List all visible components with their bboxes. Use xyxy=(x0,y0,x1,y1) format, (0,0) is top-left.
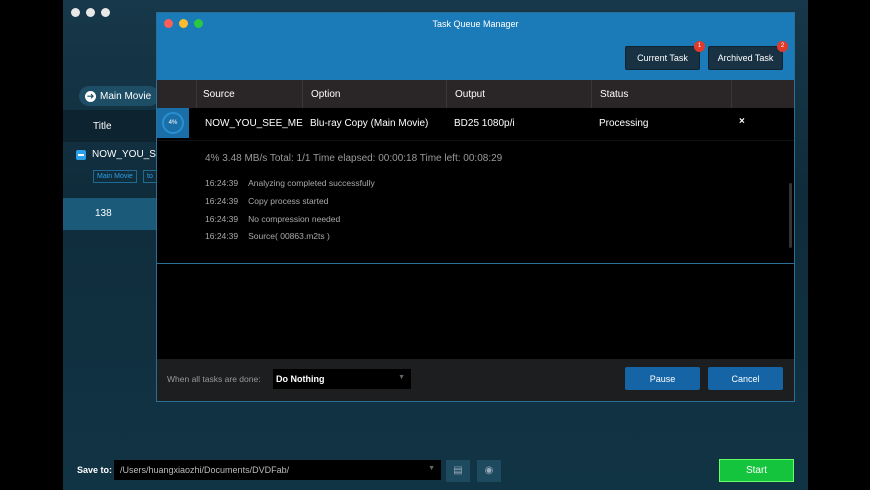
title-header: Title xyxy=(63,110,163,142)
log-entry: 16:24:39 Source( 00863.m2ts ) xyxy=(205,231,375,249)
when-done-select[interactable]: Do Nothing ▼ xyxy=(273,369,411,389)
minimize-button[interactable] xyxy=(86,8,95,17)
log-entry: 16:24:39 Analyzing completed successfully xyxy=(205,178,375,196)
log-message: Analyzing completed successfully xyxy=(248,178,375,188)
divider xyxy=(157,263,794,264)
log-time: 16:24:39 xyxy=(205,231,239,242)
table-row[interactable]: 4% NOW_YOU_SEE_ME Blu-ray Copy (Main Mov… xyxy=(157,108,794,141)
progress-percent: 4% xyxy=(162,112,184,134)
log-time: 16:24:39 xyxy=(205,213,239,224)
chevron-down-icon: ▼ xyxy=(428,465,435,472)
task-option: Blu-ray Copy (Main Movie) xyxy=(310,118,429,129)
tag-main-movie[interactable]: Main Movie xyxy=(93,170,137,183)
when-done-label: When all tasks are done: xyxy=(167,374,261,384)
close-button[interactable] xyxy=(71,8,80,17)
window-controls xyxy=(71,8,110,17)
log-message: No compression needed xyxy=(248,213,341,224)
task-stats: 4% 3.48 MB/s Total: 1/1 Time elapsed: 00… xyxy=(205,153,503,164)
tag-to[interactable]: to xyxy=(143,170,157,183)
log-scrollbar[interactable] xyxy=(789,183,792,248)
archived-task-badge: 2 xyxy=(777,41,788,52)
table-header: Source Option Output Status xyxy=(157,80,794,108)
column-output: Output xyxy=(447,80,592,108)
header-spacer xyxy=(732,80,794,108)
log-list: 16:24:39 Analyzing completed successfully… xyxy=(205,178,375,249)
save-path: /Users/huangxiaozhi/Documents/DVDFab/ xyxy=(120,465,290,475)
title-item[interactable]: NOW_YOU_SE xyxy=(76,149,163,160)
dialog-footer: When all tasks are done: Do Nothing ▼ Pau… xyxy=(157,359,794,401)
save-to-label: Save to: xyxy=(77,465,113,475)
log-time: 16:24:39 xyxy=(205,178,239,188)
header-spacer xyxy=(157,80,197,108)
log-entry: 16:24:39 No compression needed xyxy=(205,214,375,232)
current-task-label: Current Task xyxy=(637,53,688,63)
log-time: 16:24:39 xyxy=(205,195,239,206)
remove-task-icon[interactable]: × xyxy=(739,116,745,127)
when-done-value: Do Nothing xyxy=(276,374,325,384)
pause-button[interactable]: Pause xyxy=(625,367,700,390)
zoom-button[interactable] xyxy=(101,8,110,17)
save-bar: Save to: /Users/huangxiaozhi/Documents/D… xyxy=(63,452,808,490)
column-status: Status xyxy=(592,80,732,108)
tab-current-task[interactable]: Current Task 1 xyxy=(625,41,705,70)
task-source: NOW_YOU_SEE_ME xyxy=(205,118,303,129)
selected-row[interactable]: 138 xyxy=(63,198,163,230)
log-message: Source( 00863.m2ts ) xyxy=(248,231,330,242)
current-task-badge: 1 xyxy=(694,41,705,52)
log-entry: 16:24:39 Copy process started xyxy=(205,196,375,214)
chevron-down-icon: ▼ xyxy=(398,374,405,381)
cancel-button[interactable]: Cancel xyxy=(708,367,783,390)
progress-indicator: 4% xyxy=(157,108,189,138)
checkbox[interactable] xyxy=(76,149,86,160)
main-movie-button[interactable]: ➜ Main Movie xyxy=(79,86,159,106)
title-item-label: NOW_YOU_SE xyxy=(92,149,163,160)
start-button[interactable]: Start xyxy=(719,459,794,482)
column-source: Source xyxy=(197,80,303,108)
folder-icon[interactable]: ▤ xyxy=(446,460,470,482)
save-path-select[interactable]: /Users/huangxiaozhi/Documents/DVDFab/ ▼ xyxy=(114,460,441,480)
archived-task-label: Archived Task xyxy=(717,53,774,63)
column-option: Option xyxy=(303,80,447,108)
iso-icon[interactable]: ◉ xyxy=(477,460,501,482)
task-status: Processing xyxy=(599,118,649,129)
task-queue-dialog: Task Queue Manager Current Task 1 Archive… xyxy=(156,12,795,402)
arrow-right-icon: ➜ xyxy=(85,90,96,102)
log-message: Copy process started xyxy=(248,195,329,206)
tab-archived-task[interactable]: Archived Task 2 xyxy=(708,41,788,70)
dialog-titlebar: Task Queue Manager Current Task 1 Archive… xyxy=(157,13,794,80)
task-output: BD25 1080p/i xyxy=(454,118,515,129)
main-movie-label: Main Movie xyxy=(100,90,152,102)
dialog-title: Task Queue Manager xyxy=(432,19,519,29)
